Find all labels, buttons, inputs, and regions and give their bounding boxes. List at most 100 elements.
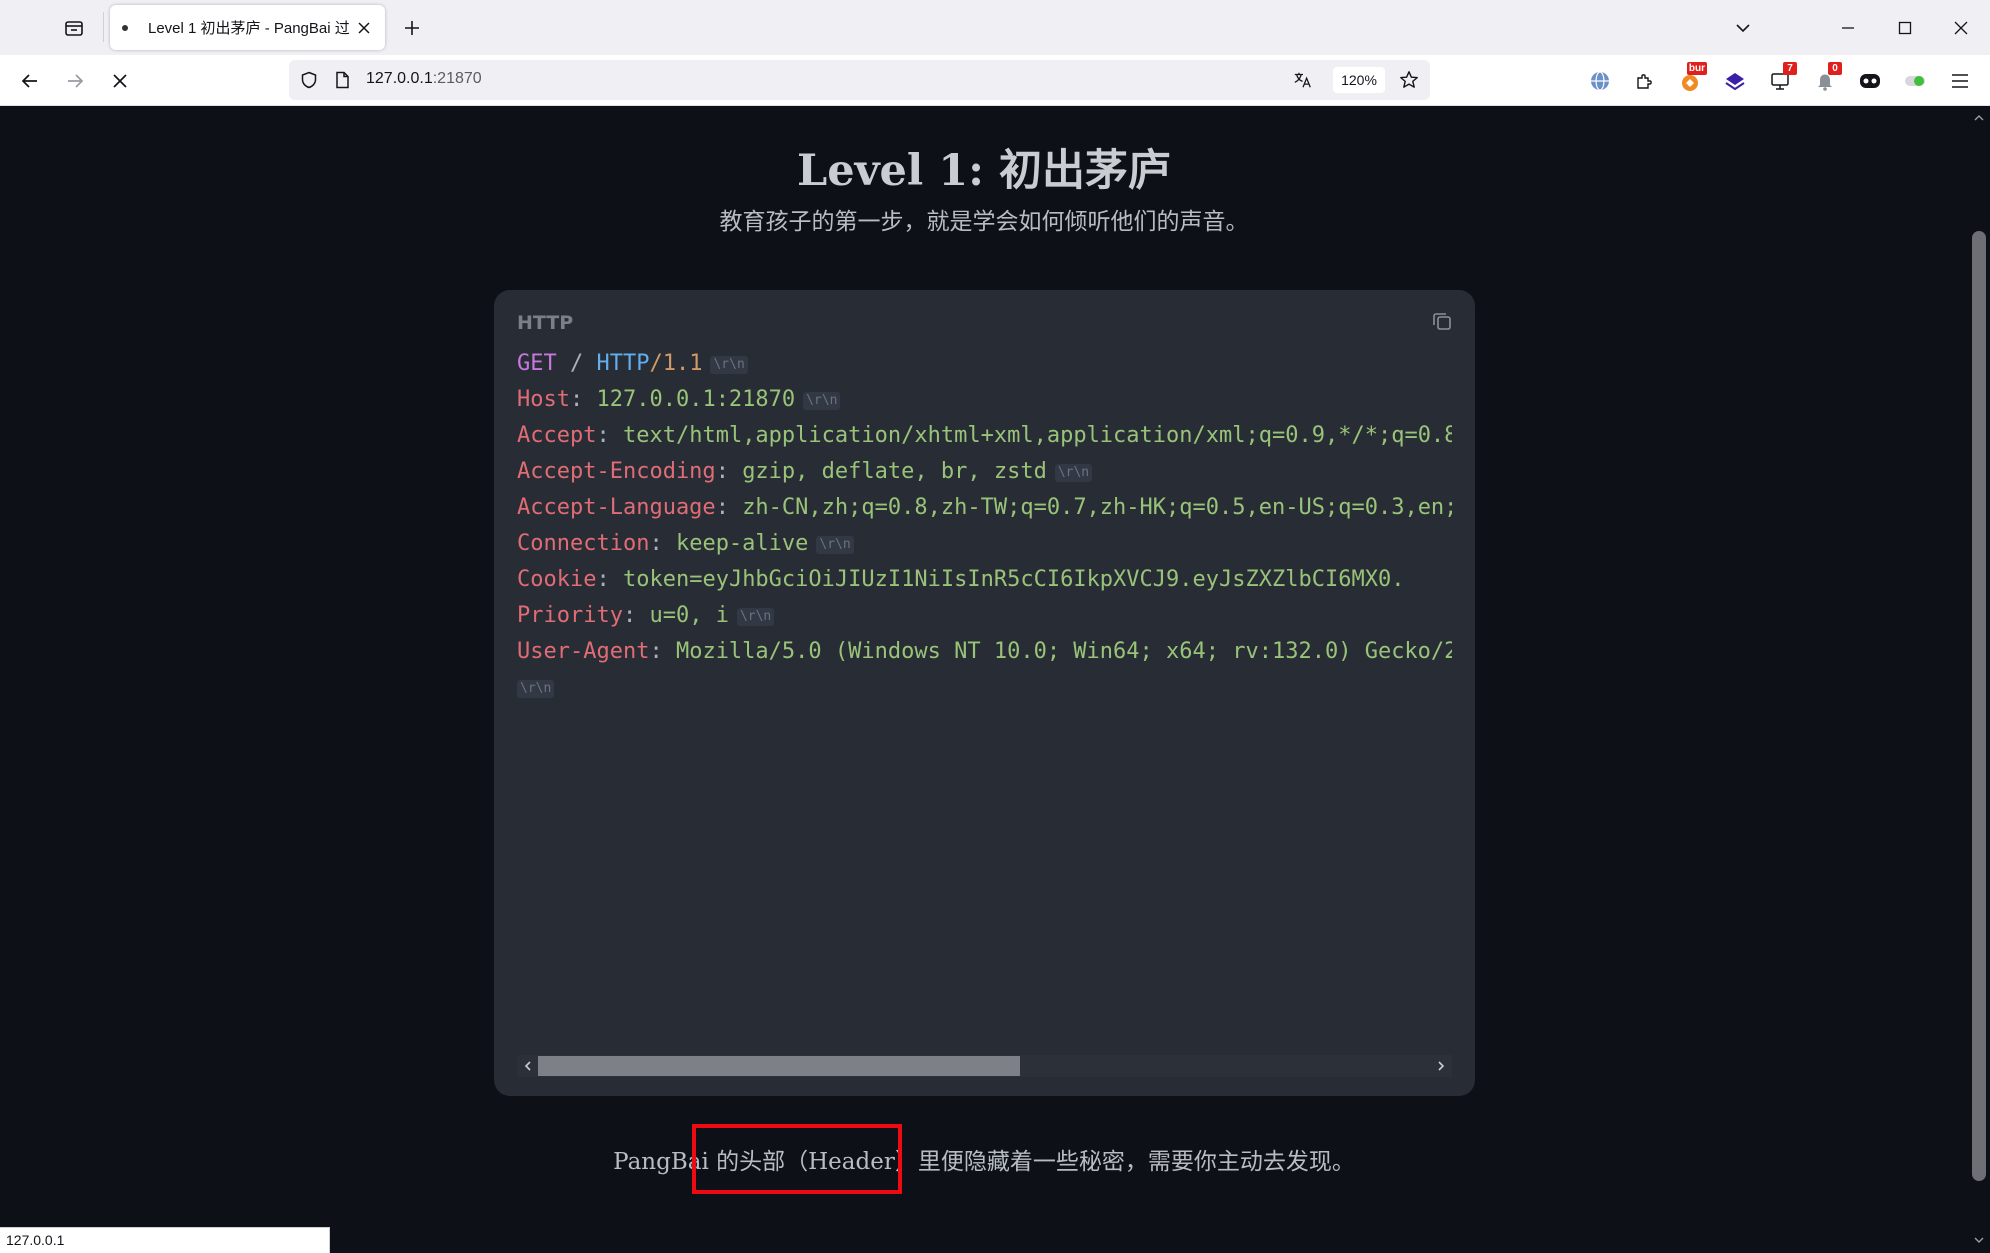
header-value: token=eyJhbGciOiJIUzI1NiIsInR5cCI6IkpXVC… <box>622 567 1405 592</box>
extension-monitor[interactable]: 7 <box>1767 62 1797 94</box>
code-content[interactable]: GET / HTTP/1.1 \r\n Host: 127.0.0.1:21870… <box>517 346 1452 886</box>
tracking-protection-button[interactable] <box>299 70 319 90</box>
scroll-right-button[interactable] <box>1430 1055 1452 1077</box>
url-text[interactable]: 127.0.0.1:21870 <box>366 70 482 88</box>
horizontal-scrollbar[interactable] <box>517 1055 1452 1077</box>
arrow-left-icon <box>21 74 37 88</box>
extension-puzzle[interactable] <box>1632 68 1658 94</box>
url-bar[interactable]: 127.0.0.1:21870 120% <box>289 60 1430 100</box>
extension-mask[interactable] <box>1857 68 1883 94</box>
page-icon <box>336 71 349 89</box>
header-line: Accept-Language: zh-CN,zh;q=0.8,zh-TW;q=… <box>517 490 1452 526</box>
zoom-level-button[interactable]: 120% <box>1333 67 1385 93</box>
layers-extension-icon <box>1725 73 1745 91</box>
header-separator: : <box>569 387 597 412</box>
http-version: /1.1 <box>649 351 703 376</box>
header-key: User-Agent <box>517 639 650 664</box>
tab-title: Level 1 初出茅庐 - PangBai 过 <box>148 20 350 37</box>
globe-extension-icon <box>1591 71 1609 91</box>
star-icon <box>1400 71 1418 88</box>
close-icon <box>1954 21 1968 35</box>
extension-bell[interactable]: 0 <box>1812 62 1842 94</box>
scroll-up-button[interactable] <box>1968 108 1990 128</box>
header-separator: : <box>596 567 623 592</box>
crlf-marker: \r\n <box>736 608 775 626</box>
header-separator: : <box>649 531 676 556</box>
plus-icon <box>405 21 419 35</box>
maximize-icon <box>1898 21 1912 35</box>
chevron-down-icon <box>1974 1237 1984 1243</box>
header-key: Host <box>517 387 570 412</box>
scroll-left-button[interactable] <box>517 1055 539 1077</box>
bookmark-button[interactable] <box>1399 70 1419 90</box>
maximize-button[interactable] <box>1889 12 1921 44</box>
crlf-marker: \r\n <box>816 536 854 554</box>
header-line: Cookie: token=eyJhbGciOiJIUzI1NiIsInR5cC… <box>517 562 1452 598</box>
footer-hint: PangBai 的头部（Header）里便隐藏着一些秘密，需要你主动去发现。 <box>613 1149 1355 1175</box>
header-value: Mozilla/5.0 (Windows NT 10.0; Win64; x64… <box>675 639 1452 664</box>
extension-burp[interactable]: bur <box>1677 62 1707 94</box>
header-line: User-Agent: Mozilla/5.0 (Windows NT 10.0… <box>517 634 1452 670</box>
header-line: Priority: u=0, i \r\n <box>517 598 1452 634</box>
header-value: text/html,application/xhtml+xml,applicat… <box>622 423 1452 448</box>
header-value: keep-alive <box>675 531 809 556</box>
request-path: / <box>570 351 584 376</box>
puzzle-extension-icon <box>1637 74 1652 89</box>
header-separator: : <box>622 603 650 628</box>
copy-code-button[interactable] <box>1427 306 1457 336</box>
app-menu-button[interactable] <box>1947 68 1973 94</box>
extension-layers[interactable] <box>1722 68 1748 94</box>
stop-loading-button[interactable] <box>104 65 136 97</box>
active-tab[interactable]: Level 1 初出茅庐 - PangBai 过 <box>110 5 385 50</box>
extension-switch[interactable] <box>1902 68 1928 94</box>
header-line: Accept: text/html,application/xhtml+xml,… <box>517 418 1452 454</box>
window-close-button[interactable] <box>1945 12 1977 44</box>
header-key: Cookie <box>517 567 597 592</box>
extension-badge: 0 <box>1828 62 1842 75</box>
crlf-marker: \r\n <box>517 680 555 698</box>
extension-badge: bur <box>1686 62 1707 75</box>
arrow-right-icon <box>68 74 84 88</box>
stop-icon <box>113 74 127 88</box>
minimize-icon <box>1842 27 1854 29</box>
extension-globe[interactable] <box>1587 68 1613 94</box>
copy-icon <box>1433 313 1451 330</box>
tab-list-button[interactable] <box>60 14 88 42</box>
header-key: Accept-Encoding <box>517 459 716 484</box>
header-line: Accept-Encoding: gzip, deflate, br, zstd… <box>517 454 1452 490</box>
hamburger-menu-icon <box>1952 74 1968 88</box>
header-value: zh-CN,zh;q=0.8,zh-TW;q=0.7,zh-HK;q=0.5,e… <box>742 495 1452 520</box>
shield-icon <box>301 71 317 89</box>
scroll-down-button[interactable] <box>1968 1230 1990 1250</box>
header-separator: : <box>649 639 676 664</box>
tab-close-button[interactable] <box>353 17 375 39</box>
page-title: Level 1: 初出茅庐 <box>796 146 1171 196</box>
page-vertical-scrollbar[interactable] <box>1968 106 1990 1253</box>
scrollbar-thumb[interactable] <box>1972 231 1986 1181</box>
header-key: Accept <box>517 423 597 448</box>
crlf-marker: \r\n <box>710 356 748 374</box>
tab-list-icon <box>65 21 83 36</box>
chevron-right-icon <box>1438 1061 1445 1071</box>
page-subtitle: 教育孩子的第一步，就是学会如何倾听他们的声音。 <box>719 209 1249 235</box>
list-all-tabs-button[interactable] <box>1727 12 1759 44</box>
header-line: Connection: keep-alive \r\n <box>517 526 1452 562</box>
header-separator: : <box>596 423 623 448</box>
switch-extension-icon <box>1905 76 1925 86</box>
back-button[interactable] <box>14 65 46 97</box>
new-tab-button[interactable] <box>397 13 427 43</box>
forward-button[interactable] <box>59 65 91 97</box>
chevron-up-icon <box>1974 115 1984 121</box>
header-value: u=0, i <box>649 603 729 628</box>
url-port: :21870 <box>432 70 482 87</box>
scrollbar-thumb[interactable] <box>538 1056 1020 1076</box>
header-key: Priority <box>517 603 623 628</box>
translate-button[interactable] <box>1293 70 1313 90</box>
header-value: 127.0.0.1:21870 <box>596 387 796 412</box>
page-info-button[interactable] <box>332 70 352 90</box>
tab-separator <box>103 12 104 42</box>
minimize-button[interactable] <box>1832 12 1864 44</box>
navigation-toolbar: 127.0.0.1:21870 120% bur 7 0 <box>0 55 1990 106</box>
crlf-marker: \r\n <box>1054 464 1093 482</box>
chevron-left-icon <box>524 1061 531 1071</box>
